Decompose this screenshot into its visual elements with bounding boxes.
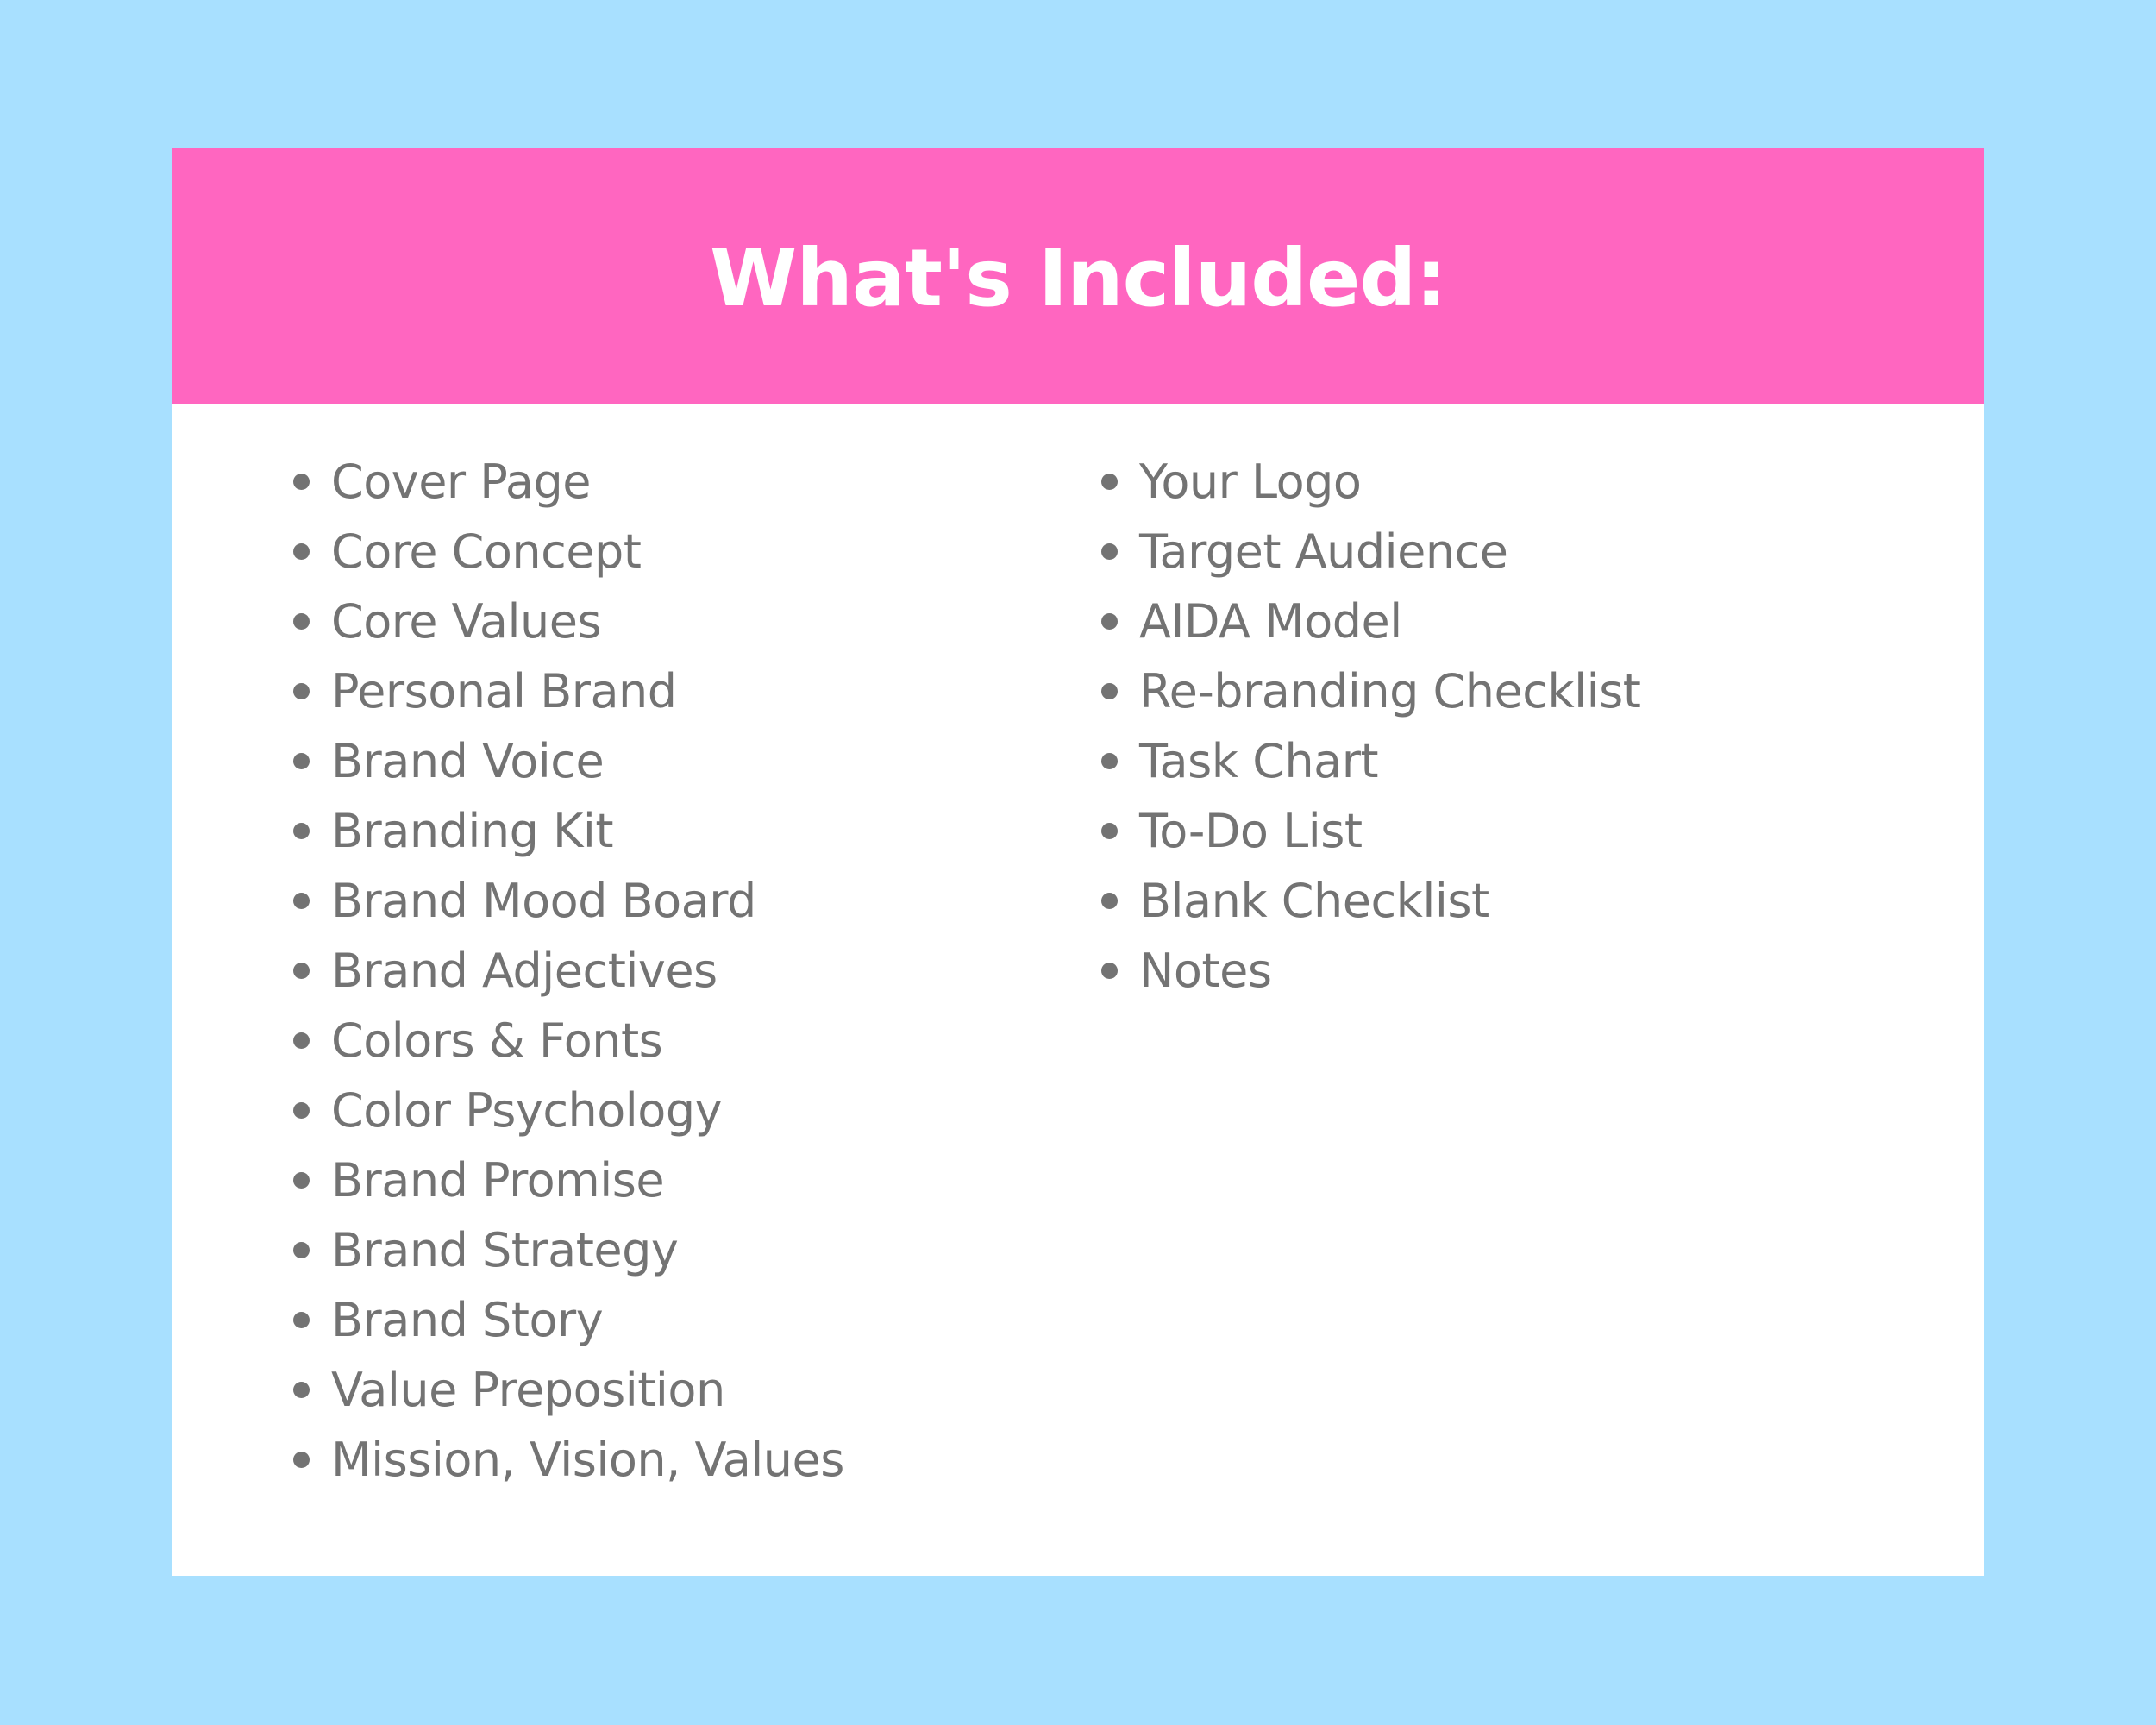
list-item: Brand Mood Board (293, 866, 844, 936)
bullet-icon (1101, 613, 1118, 630)
bullet-icon (293, 1242, 310, 1258)
bullet-icon (293, 1172, 310, 1189)
list-item-label: Core Values (331, 594, 602, 649)
bullet-icon (293, 1312, 310, 1328)
bullet-icon (1101, 823, 1118, 839)
bullet-icon (1101, 963, 1118, 979)
list-item: Colors & Fonts (293, 1006, 844, 1076)
list-item-label: Mission, Vision, Values (331, 1433, 844, 1487)
included-card: What's Included: Cover Page Core Concept… (172, 148, 1984, 1576)
list-item-label: Core Concept (331, 524, 642, 579)
list-item: Value Preposition (293, 1355, 844, 1425)
bullet-icon (293, 823, 310, 839)
list-item-label: Task Chart (1139, 734, 1379, 788)
list-item-label: Cover Page (331, 455, 592, 509)
list-item: Mission, Vision, Values (293, 1425, 844, 1495)
list-item-label: Re-branding Checklist (1139, 664, 1641, 718)
list-item-label: Brand Strategy (331, 1223, 679, 1277)
list-item: Brand Voice (293, 726, 844, 796)
bullet-icon (1101, 474, 1118, 490)
bullet-icon (293, 1102, 310, 1119)
list-item-label: To-Do List (1139, 804, 1363, 858)
bullet-icon (293, 543, 310, 560)
list-item: Notes (1101, 936, 1640, 1006)
list-item: Color Psychology (293, 1076, 844, 1145)
list-item-label: Personal Brand (331, 664, 677, 718)
list-item-label: Your Logo (1139, 455, 1362, 509)
bullet-icon (1101, 543, 1118, 560)
list-item: Cover Page (293, 447, 844, 517)
list-item: Blank Checklist (1101, 866, 1640, 936)
list-item: Personal Brand (293, 656, 844, 726)
bullet-icon (293, 753, 310, 769)
list-item: To-Do List (1101, 796, 1640, 866)
list-item: Brand Promise (293, 1145, 844, 1215)
bullet-icon (293, 683, 310, 699)
list-item-label: Target Audience (1139, 524, 1508, 579)
list-item-label: Colors & Fonts (331, 1013, 663, 1068)
included-list-right: Your Logo Target Audience AIDA Model Re-… (1101, 447, 1641, 1006)
bullet-icon (293, 613, 310, 630)
bullet-icon (293, 893, 310, 909)
header-banner: What's Included: (172, 148, 1984, 404)
list-item-label: Value Preposition (331, 1363, 725, 1417)
list-item-label: Brand Promise (331, 1153, 665, 1208)
list-item-label: AIDA Model (1139, 594, 1402, 649)
page-title: What's Included: (709, 231, 1447, 324)
list-item: Re-branding Checklist (1101, 656, 1641, 726)
list-item-label: Branding Kit (331, 804, 614, 858)
list-item: Brand Story (293, 1285, 844, 1355)
bullet-icon (1101, 683, 1118, 699)
list-item: Target Audience (1101, 517, 1640, 586)
list-item-label: Notes (1139, 944, 1272, 998)
list-item: Your Logo (1101, 447, 1640, 517)
list-item: Core Concept (293, 517, 844, 586)
list-item-label: Brand Story (331, 1293, 604, 1347)
list-item: AIDA Model (1101, 586, 1640, 656)
list-item: Brand Adjectives (293, 936, 844, 1006)
list-item-label: Blank Checklist (1139, 874, 1489, 928)
bullet-icon (293, 1382, 310, 1398)
included-list-left: Cover Page Core Concept Core Values Pers… (293, 447, 844, 1495)
list-item-label: Color Psychology (331, 1083, 723, 1138)
list-item: Task Chart (1101, 726, 1640, 796)
bullet-icon (1101, 753, 1118, 769)
list-item: Core Values (293, 586, 844, 656)
bullet-icon (1101, 893, 1118, 909)
list-item: Brand Strategy (293, 1215, 844, 1285)
list-item-label: Brand Mood Board (331, 874, 756, 928)
list-item-label: Brand Voice (331, 734, 605, 788)
bullet-icon (293, 474, 310, 490)
bullet-icon (293, 1452, 310, 1468)
list-item: Branding Kit (293, 796, 844, 866)
list-item-label: Brand Adjectives (331, 944, 718, 998)
bullet-icon (293, 1032, 310, 1049)
bullet-icon (293, 963, 310, 979)
